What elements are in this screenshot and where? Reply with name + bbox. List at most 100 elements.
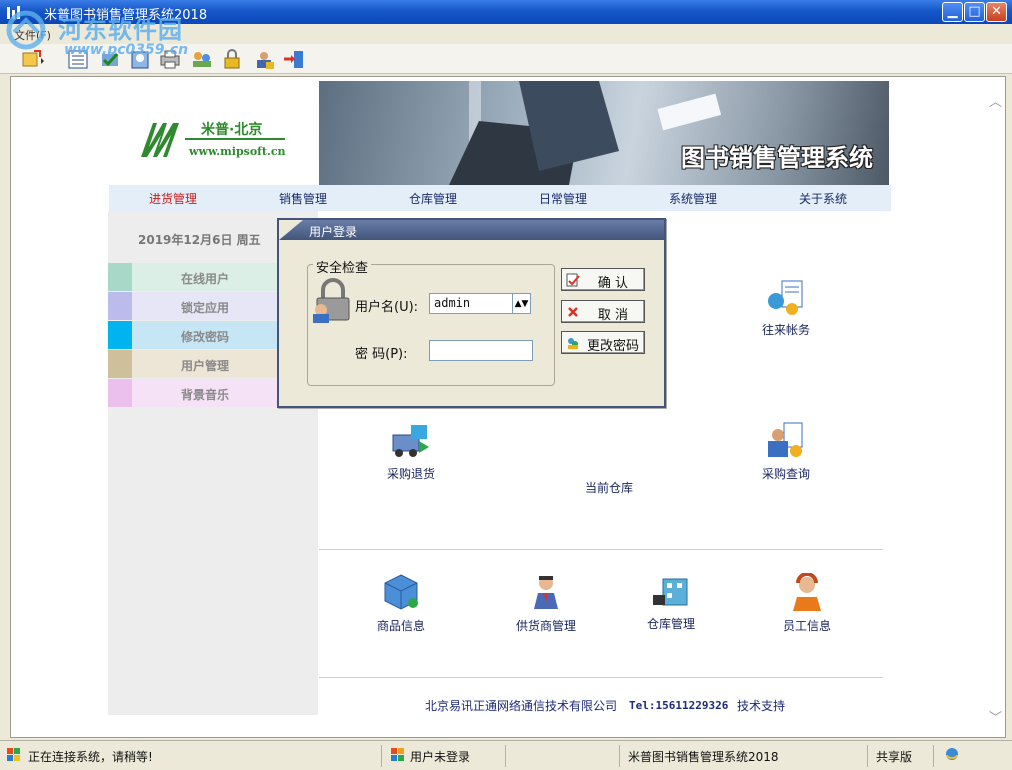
grid-item-label: 采购退货	[386, 467, 435, 481]
username-label: 用户名(U):	[355, 300, 419, 315]
watermark-url: www.pc0359.cn	[64, 42, 189, 58]
people-icon[interactable]	[190, 48, 214, 70]
swatch	[108, 263, 132, 291]
grid-item-purchase-return[interactable]: 采购退货	[361, 421, 461, 482]
nav-item-about[interactable]: 关于系统	[799, 190, 847, 207]
windows-logo-icon	[7, 748, 20, 761]
left-item-change-password[interactable]: 修改密码	[108, 321, 278, 349]
dropdown-arrow-icon[interactable]: ▲▼	[513, 293, 531, 314]
purchase-return-icon	[392, 425, 429, 457]
left-item-label: 锁定应用	[180, 301, 229, 315]
footer-support-link[interactable]: 技术支持	[737, 697, 785, 714]
status-spacer	[510, 745, 620, 767]
mipsoft-logo-icon	[141, 123, 179, 157]
cancel-label: 取 消	[597, 308, 629, 323]
grid-item-label: 采购查询	[761, 467, 810, 481]
accounts-icon	[768, 280, 803, 315]
grid-item-staff[interactable]: 员工信息	[757, 573, 857, 634]
nav-item-system[interactable]: 系统管理	[669, 190, 717, 207]
maximize-button[interactable]: □	[964, 2, 985, 22]
supplier-icon	[534, 576, 558, 609]
dialog-title: 用户登录	[309, 225, 358, 239]
left-item-online-users[interactable]: 在线用户	[108, 263, 278, 291]
nav-item-daily[interactable]: 日常管理	[539, 190, 587, 207]
warehouse-icon	[653, 578, 688, 606]
new-icon[interactable]	[20, 48, 44, 70]
banner-title: 图书销售管理系统	[681, 144, 873, 172]
left-item-label: 在线用户	[180, 272, 229, 286]
grid-item-label: 当前仓库	[584, 481, 633, 495]
left-item-label: 修改密码	[180, 330, 229, 344]
password-label: 密 码(P):	[355, 347, 408, 362]
grid-item-label: 往来帐务	[761, 323, 810, 337]
nav-item-warehouse[interactable]: 仓库管理	[409, 190, 457, 207]
minimize-button[interactable]: ▁	[942, 2, 963, 22]
dialog-title-bar[interactable]: 用户登录	[279, 220, 664, 240]
dialog-title-tab	[279, 220, 303, 240]
logo: 米普·北京 www.mipsoft.cn	[109, 81, 319, 185]
grid-item-warehouse[interactable]: 仓库管理	[621, 571, 721, 632]
grid-item-label: 仓库管理	[646, 617, 695, 631]
grid-item-goods-info[interactable]: 商品信息	[351, 573, 451, 634]
swatch	[108, 350, 132, 378]
change-password-button[interactable]: 更改密码	[561, 331, 645, 354]
status-edition: 共享版	[876, 745, 934, 767]
logo-name: 米普·北京	[201, 122, 263, 138]
purchase-query-icon	[768, 422, 803, 457]
user-lock-icon[interactable]	[252, 48, 276, 70]
left-item-bg-music[interactable]: 背景音乐	[108, 379, 278, 407]
grid-item-label: 商品信息	[376, 619, 425, 633]
vertical-scrollbar[interactable]: ︿ ﹀	[985, 77, 1005, 737]
status-connecting: 正在连接系统，请稍等!	[28, 745, 382, 767]
scroll-down-icon[interactable]: ﹀	[989, 707, 1002, 726]
cancel-icon	[568, 307, 578, 317]
grid-divider-top	[319, 549, 883, 550]
scroll-up-icon[interactable]: ︿	[989, 91, 1002, 110]
grid-item-purchase-query[interactable]: 采购查询	[736, 421, 836, 482]
watermark-text: 河东软件园	[58, 15, 183, 44]
grid-item-accounts[interactable]: 往来帐务	[736, 277, 836, 338]
main-nav: 进货管理 销售管理 仓库管理 日常管理 系统管理 关于系统	[109, 185, 891, 211]
watermark-logo	[6, 10, 46, 50]
username-select[interactable]: admin	[429, 293, 513, 314]
left-item-lock-app[interactable]: 锁定应用	[108, 292, 278, 320]
left-item-user-management[interactable]: 用户管理	[108, 350, 278, 378]
logo-url: www.mipsoft.cn	[189, 145, 286, 158]
status-app-name: 米普图书销售管理系统2018	[628, 745, 868, 767]
footer-company: 北京易讯正通网络通信技术有限公司	[425, 699, 618, 713]
confirm-button[interactable]: 确 认	[561, 268, 645, 291]
password-input[interactable]	[429, 340, 533, 361]
nav-item-sales[interactable]: 销售管理	[279, 190, 327, 207]
goods-info-icon	[384, 574, 418, 610]
confirm-label: 确 认	[597, 276, 629, 291]
exit-icon[interactable]	[282, 48, 306, 70]
banner: 图书销售管理系统	[319, 81, 889, 185]
cancel-button[interactable]: 取 消	[561, 300, 645, 323]
status-bar: 正在连接系统，请稍等! 用户未登录 米普图书销售管理系统2018 共享版	[0, 740, 1012, 770]
padlock-user-icon	[313, 278, 350, 323]
grid-item-supplier[interactable]: 供货商管理	[496, 573, 596, 634]
security-group-label: 安全检查	[313, 257, 372, 276]
grid-item-label: 员工信息	[782, 619, 831, 633]
footer-tel: Tel:15611229326	[629, 699, 729, 712]
swatch	[108, 321, 132, 349]
left-item-label: 背景音乐	[180, 388, 229, 402]
logo-divider	[185, 138, 285, 140]
grid-divider-bottom	[319, 677, 883, 678]
staff-icon	[793, 573, 821, 611]
swatch	[108, 379, 132, 407]
nav-item-purchase[interactable]: 进货管理	[149, 190, 197, 207]
ie-globe-icon[interactable]	[944, 746, 960, 762]
left-item-label: 用户管理	[180, 359, 229, 373]
close-button[interactable]: ✕	[986, 2, 1007, 22]
grid-item-label: 供货商管理	[515, 619, 576, 633]
current-date: 2019年12月6日 周五	[138, 233, 261, 247]
grid-item-current-warehouse[interactable]: 当前仓库	[559, 481, 659, 497]
swatch	[108, 292, 132, 320]
user-status-icon	[391, 748, 404, 761]
status-user: 用户未登录	[410, 745, 506, 767]
confirm-icon	[566, 273, 580, 287]
lock-icon[interactable]	[220, 48, 244, 70]
login-dialog: 用户登录 安全检查 用户名(U): admin ▲▼ 密 码(P): 确 认 取…	[277, 218, 666, 408]
change-password-icon	[568, 338, 578, 349]
